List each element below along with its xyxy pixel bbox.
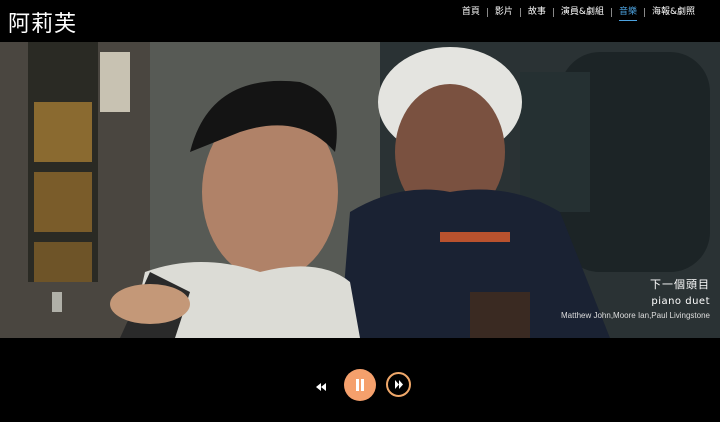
track-info: 下一個頭目 piano duet Matthew John,Moore Ian,… (561, 276, 710, 320)
next-track-label: 下一個頭目 (650, 278, 710, 291)
fast-forward-button[interactable] (386, 372, 411, 397)
site-header: 阿莉芙 首頁 影片 故事 演員&劇組 音樂 海報&劇照 (0, 0, 720, 42)
track-title: piano duet (651, 296, 710, 307)
nav-posters-stills[interactable]: 海報&劇照 (645, 6, 702, 18)
player-controls (0, 338, 720, 422)
track-artists: Matthew John,Moore Ian,Paul Livingstone (561, 311, 710, 320)
pause-button[interactable] (344, 369, 376, 401)
nav-home[interactable]: 首頁 (455, 6, 487, 18)
nav-music[interactable]: 音樂 (612, 6, 644, 21)
site-title[interactable]: 阿莉芙 (8, 6, 77, 38)
nav-cast-crew[interactable]: 演員&劇組 (554, 6, 611, 18)
nav-video[interactable]: 影片 (488, 6, 520, 18)
pause-icon (356, 379, 364, 391)
rewind-button[interactable] (314, 378, 328, 391)
fast-forward-icon (395, 380, 403, 389)
film-still: 下一個頭目 piano duet Matthew John,Moore Ian,… (0, 42, 720, 338)
rewind-icon (316, 383, 326, 391)
main-nav: 首頁 影片 故事 演員&劇組 音樂 海報&劇照 (455, 6, 702, 21)
nav-story[interactable]: 故事 (521, 6, 553, 18)
